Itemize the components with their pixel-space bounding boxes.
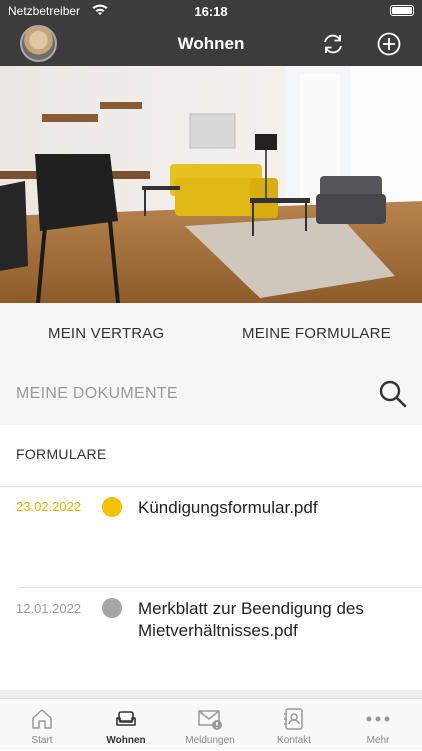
tabbar-item-kontakt[interactable]: Kontakt [252,699,336,751]
page-title: Wohnen [177,34,245,53]
tabbar-item-wohnen[interactable]: Wohnen [84,699,168,751]
document-date: 23.02.2022 [16,499,82,514]
tabbar-label: Mehr [366,735,390,746]
tabbar-label: Start [31,735,53,746]
status-dot [102,598,122,618]
tabbar-item-meldungen[interactable]: Meldungen [168,699,252,751]
tabbar-label: Kontakt [277,735,311,746]
tab-mein-vertrag[interactable]: MEIN VERTRAG [48,325,164,342]
document-date: 12.01.2022 [16,601,82,616]
tab-bar: Start Wohnen Meldungen Kontakt Mehr [0,698,422,750]
battery-icon [390,5,414,16]
tabbar-label: Wohnen [106,735,146,746]
document-tabs: MEIN VERTRAG MEINE FORMULARE MEINE DOKUM… [0,303,422,425]
tabbar-item-start[interactable]: Start [0,699,84,751]
document-name[interactable]: Kündigungsformular.pdf [138,497,408,519]
apartment-photo [0,66,422,303]
home-icon [32,709,52,729]
document-name[interactable]: Merkblatt zur Beendigung des Mietverhält… [138,598,408,642]
document-row[interactable]: 23.02.2022 Kündigungsformular.pdf [0,487,422,587]
more-dots-icon [366,716,390,722]
clock: 16:18 [194,4,228,19]
mail-alert-icon [198,710,222,730]
sofa-icon [116,711,136,726]
search-label: MEINE DOKUMENTE [16,385,178,402]
tabbar-label: Meldungen [185,735,235,746]
section-title: FORMULARE [16,446,107,462]
list-footer [0,690,422,698]
navigation-bar: Wohnen [0,22,422,66]
refresh-icon[interactable] [320,31,346,57]
document-row[interactable]: 12.01.2022 Merkblatt zur Beendigung des … [0,588,422,688]
plus-circle-icon[interactable] [376,31,402,57]
status-dot [102,497,122,517]
contacts-book-icon [284,708,303,730]
search-row[interactable]: MEINE DOKUMENTE [0,363,422,425]
tabbar-item-mehr[interactable]: Mehr [336,699,420,751]
status-bar: Netzbetreiber 16:18 [0,0,422,22]
search-icon[interactable] [378,379,408,409]
tab-meine-formulare[interactable]: MEINE FORMULARE [242,325,391,342]
